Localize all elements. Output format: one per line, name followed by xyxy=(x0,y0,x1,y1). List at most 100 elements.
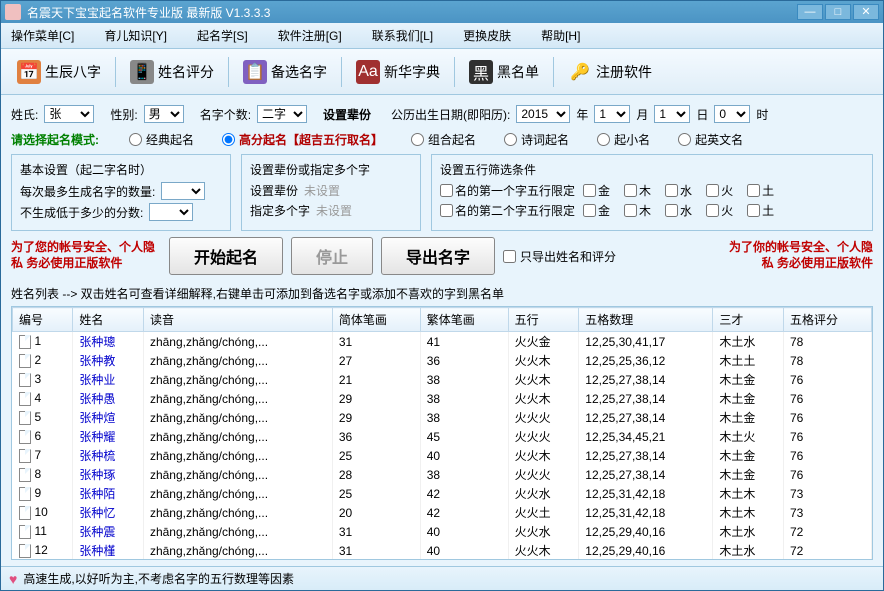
toolbar-button[interactable]: Aa新华字典 xyxy=(348,56,448,88)
menu-item[interactable]: 软件注册[G] xyxy=(278,27,342,44)
app-window: 名震天下宝宝起名软件专业版 最新版 V1.3.3.3 — □ ✕ 操作菜单[C]… xyxy=(0,0,884,591)
mode-title: 请选择起名模式: xyxy=(11,131,99,148)
menu-item[interactable]: 帮助[H] xyxy=(541,27,580,44)
wuxing-option[interactable]: 土 xyxy=(747,182,774,199)
day-select[interactable]: 1 xyxy=(654,105,690,123)
doc-icon xyxy=(19,373,31,387)
bei-status[interactable]: 未设置 xyxy=(304,182,340,199)
toolbar-button[interactable]: 📅生辰八字 xyxy=(9,56,109,88)
wuxing-option[interactable]: 火 xyxy=(706,182,733,199)
wuxing-option[interactable]: 火 xyxy=(706,202,733,219)
toolbar-button[interactable]: 🔑注册软件 xyxy=(560,56,660,88)
mode-option[interactable]: 高分起名【超吉五行取名】 xyxy=(222,131,383,148)
table-row[interactable]: 2张种教zhāng,zhǎng/chóng,...2736火火木12,25,25… xyxy=(13,351,872,370)
surname-label: 姓氏: xyxy=(11,106,38,123)
wuxing-option[interactable]: 金 xyxy=(583,202,610,219)
content-area: 姓氏: 张 性别: 男 名字个数: 二字 设置辈份 公历出生日期(即阳历): 2… xyxy=(1,95,883,566)
action-row: 为了您的帐号安全、个人隐私 务必使用正版软件 开始起名 停止 导出名字 只导出姓… xyxy=(11,237,873,275)
wuxing-option[interactable]: 土 xyxy=(747,202,774,219)
column-header[interactable]: 五格数理 xyxy=(579,308,713,332)
menu-item[interactable]: 更换皮肤 xyxy=(463,27,511,44)
birth-label: 公历出生日期(即阳历): xyxy=(391,106,510,123)
toolbar-icon: 📅 xyxy=(17,60,41,84)
doc-icon xyxy=(19,449,31,463)
start-button[interactable]: 开始起名 xyxy=(169,237,283,275)
table-row[interactable]: 1张种璁zhāng,zhǎng/chóng,...3141火火金12,25,30… xyxy=(13,332,872,352)
namecount-select[interactable]: 二字 xyxy=(257,105,307,123)
maximize-button[interactable]: □ xyxy=(825,4,851,20)
toolbar-icon: 📱 xyxy=(130,60,154,84)
doc-icon xyxy=(19,335,31,349)
wuxing-option[interactable]: 木 xyxy=(624,202,651,219)
wuxing-option[interactable]: 木 xyxy=(624,182,651,199)
doc-icon xyxy=(19,544,31,558)
table-row[interactable]: 4张种愚zhāng,zhǎng/chóng,...2938火火木12,25,27… xyxy=(13,389,872,408)
stop-button[interactable]: 停止 xyxy=(291,237,373,275)
doc-icon xyxy=(19,430,31,444)
toolbar-icon: 🔑 xyxy=(568,60,592,84)
mode-option[interactable]: 起英文名 xyxy=(678,131,743,148)
toolbar: 📅生辰八字 📱姓名评分 📋备选名字 Aa新华字典黑黑名单 🔑注册软件 xyxy=(1,49,883,95)
wuxing-option[interactable]: 水 xyxy=(665,202,692,219)
wx1-enable[interactable] xyxy=(440,184,453,197)
table-row[interactable]: 7张种梳zhāng,zhǎng/chóng,...2540火火木12,25,27… xyxy=(13,446,872,465)
list-hint: 姓名列表 --> 双击姓名可查看详细解释,右键单击可添加到备选名字或添加不喜欢的… xyxy=(11,285,873,302)
toolbar-button[interactable]: 黑黑名单 xyxy=(461,56,547,88)
table-row[interactable]: 11张种震zhāng,zhǎng/chóng,...3140火火水12,25,2… xyxy=(13,522,872,541)
column-header[interactable]: 读音 xyxy=(143,308,332,332)
column-header[interactable]: 三才 xyxy=(713,308,784,332)
column-header[interactable]: 简体笔画 xyxy=(332,308,420,332)
table-row[interactable]: 5张种煊zhāng,zhǎng/chóng,...2938火火火12,25,27… xyxy=(13,408,872,427)
min-score-select[interactable] xyxy=(149,203,193,221)
column-header[interactable]: 繁体笔画 xyxy=(420,308,508,332)
window-title: 名震天下宝宝起名软件专业版 最新版 V1.3.3.3 xyxy=(27,4,270,21)
table-row[interactable]: 3张种业zhāng,zhǎng/chóng,...2138火火木12,25,27… xyxy=(13,370,872,389)
hour-select[interactable]: 0 xyxy=(714,105,750,123)
max-count-select[interactable] xyxy=(161,182,205,200)
menu-item[interactable]: 操作菜单[C] xyxy=(11,27,74,44)
multi-status[interactable]: 未设置 xyxy=(316,202,352,219)
year-select[interactable]: 2015 xyxy=(516,105,570,123)
mode-option[interactable]: 起小名 xyxy=(597,131,650,148)
column-header[interactable]: 姓名 xyxy=(73,308,144,332)
mode-option[interactable]: 经典起名 xyxy=(129,131,194,148)
panel-wuxing: 设置五行筛选条件 名的第一个字五行限定金木水火土 名的第二个字五行限定金木水火土 xyxy=(431,154,873,231)
minimize-button[interactable]: — xyxy=(797,4,823,20)
gender-label: 性别: xyxy=(110,106,137,123)
surname-select[interactable]: 张 xyxy=(44,105,94,123)
warning-left: 为了您的帐号安全、个人隐私 务必使用正版软件 xyxy=(11,240,161,271)
column-header[interactable]: 编号 xyxy=(13,308,73,332)
wuxing-option[interactable]: 金 xyxy=(583,182,610,199)
column-header[interactable]: 五行 xyxy=(508,308,579,332)
menubar: 操作菜单[C] 育儿知识[Y] 起名学[S] 软件注册[G] 联系我们[L] 更换皮肤 帮助… xyxy=(1,23,883,49)
table-row[interactable]: 10张种忆zhāng,zhǎng/chóng,...2042火火土12,25,3… xyxy=(13,503,872,522)
menu-item[interactable]: 联系我们[L] xyxy=(372,27,433,44)
name-table: 编号姓名读音简体笔画繁体笔画五行五格数理三才五格评分 1张种璁zhāng,zhǎ… xyxy=(12,307,872,560)
wx2-enable[interactable] xyxy=(440,204,453,217)
doc-icon xyxy=(19,487,31,501)
table-row[interactable]: 9张种陌zhāng,zhǎng/chóng,...2542火火水12,25,31… xyxy=(13,484,872,503)
mode-row: 请选择起名模式: 经典起名 高分起名【超吉五行取名】 组合起名 诗词起名 起小名 起英文名 xyxy=(11,127,873,152)
export-button[interactable]: 导出名字 xyxy=(381,237,495,275)
doc-icon xyxy=(19,468,31,482)
month-select[interactable]: 1 xyxy=(594,105,630,123)
table-row[interactable]: 12张种槿zhāng,zhǎng/chóng,...3140火火木12,25,2… xyxy=(13,541,872,560)
table-row[interactable]: 6张种耀zhāng,zhǎng/chóng,...3645火火火12,25,34… xyxy=(13,427,872,446)
mode-option[interactable]: 组合起名 xyxy=(411,131,476,148)
table-row[interactable]: 8张种琢zhāng,zhǎng/chóng,...2838火火火12,25,27… xyxy=(13,465,872,484)
setbei-link[interactable]: 设置辈份 xyxy=(323,106,371,123)
toolbar-button[interactable]: 📋备选名字 xyxy=(235,56,335,88)
close-button[interactable]: ✕ xyxy=(853,4,879,20)
mode-option[interactable]: 诗词起名 xyxy=(504,131,569,148)
export-only-label[interactable]: 只导出姓名和评分 xyxy=(503,248,616,265)
menu-item[interactable]: 育儿知识[Y] xyxy=(104,27,167,44)
column-header[interactable]: 五格评分 xyxy=(784,308,872,332)
gender-select[interactable]: 男 xyxy=(144,105,184,123)
toolbar-icon: 📋 xyxy=(243,60,267,84)
export-only-checkbox[interactable] xyxy=(503,250,516,263)
toolbar-button[interactable]: 📱姓名评分 xyxy=(122,56,222,88)
wuxing-option[interactable]: 水 xyxy=(665,182,692,199)
namecount-label: 名字个数: xyxy=(200,106,251,123)
doc-icon xyxy=(19,525,31,539)
menu-item[interactable]: 起名学[S] xyxy=(197,27,248,44)
